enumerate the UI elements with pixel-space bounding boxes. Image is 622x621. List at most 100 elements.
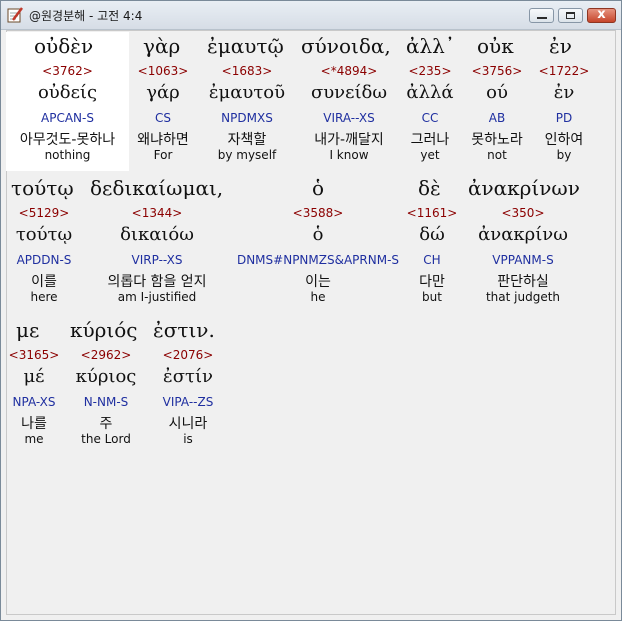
english-gloss: that judgeth	[485, 290, 561, 304]
minimize-button[interactable]	[529, 8, 554, 23]
strong-number: <5129>	[18, 206, 70, 220]
strong-number: <3165>	[8, 348, 60, 362]
english-gloss: not	[487, 148, 507, 162]
lemma: ἐμαυτοῦ	[208, 82, 286, 103]
window-title: @원경분해 - 고전 4:4	[29, 9, 143, 23]
korean-gloss: 아무것도-못하나	[19, 132, 116, 148]
pen-notepad-icon[interactable]	[6, 6, 24, 24]
parse-code: VIPA--ZS	[162, 395, 214, 409]
korean-gloss: 왜냐하면	[137, 132, 189, 148]
korean-gloss: 내가-깨달지	[314, 132, 384, 148]
english-gloss: is	[183, 432, 193, 446]
parse-code: AB	[488, 111, 506, 125]
word-block[interactable]: οὐδὲν <3762> οὐδείς APCAN-S 아무것도-못하나 not…	[6, 31, 129, 166]
strong-number: <3588>	[292, 206, 344, 220]
strong-number: <1344>	[131, 206, 183, 220]
lemma: δικαιόω	[120, 224, 194, 245]
lemma: ού	[486, 82, 508, 103]
word-block[interactable]: δεδικαίωμαι, <1344> δικαιόω VIRP--XS 의롭다…	[82, 173, 232, 308]
korean-gloss: 주	[99, 416, 113, 432]
word-block[interactable]: ἀνακρίνων <350> ἀνακρίνω VPPANM-S 판단하실 t…	[460, 173, 586, 308]
maximize-button[interactable]	[558, 8, 583, 23]
close-icon: x	[597, 7, 606, 22]
lemma: ἀνακρίνω	[478, 224, 568, 245]
english-gloss: am I-justified	[117, 290, 197, 304]
english-gloss: the Lord	[81, 432, 131, 446]
lemma: ἀλλά	[406, 82, 454, 103]
word-block[interactable]: ἐμαυτῷ <1683> ἐμαυτοῦ NPDMXS 자책할 by myse…	[197, 31, 297, 166]
korean-gloss: 나를	[21, 416, 47, 432]
parse-code: DNMS#NPNMZS&APRNM-S	[236, 253, 400, 267]
english-gloss: by myself	[217, 148, 277, 162]
close-button[interactable]: x	[587, 7, 616, 23]
english-gloss: but	[422, 290, 442, 304]
korean-gloss: 자책할	[227, 132, 267, 148]
minimize-icon	[537, 17, 547, 19]
greek-word: δεδικαίωμαι,	[90, 176, 224, 200]
strong-number: <1063>	[137, 64, 189, 78]
english-gloss: I know	[329, 148, 369, 162]
word-block[interactable]: γὰρ <1063> γάρ CS 왜냐하면 For	[129, 31, 197, 166]
parse-code: VIRP--XS	[131, 253, 183, 267]
word-block[interactable]: κύριός <2962> κύριος N-NM-S 주 the Lord	[62, 315, 150, 450]
korean-gloss: 의롭다 함을 얻지	[107, 274, 207, 290]
korean-gloss: 판단하실	[497, 274, 549, 290]
word-block[interactable]: ἐν <1722> ἐν PD 인하여 by	[535, 31, 593, 166]
greek-word: ἀνακρίνων	[468, 176, 580, 200]
english-gloss: here	[30, 290, 58, 304]
parse-code: N-NM-S	[83, 395, 129, 409]
lemma: τούτῳ	[15, 224, 73, 245]
lemma: ὁ	[312, 224, 324, 245]
word-block[interactable]: οὐκ <3756> ού AB 못하노라 not	[459, 31, 535, 166]
korean-gloss: 인하여	[544, 132, 584, 148]
korean-gloss: 그러나	[410, 132, 450, 148]
greek-word: τούτῳ	[11, 176, 74, 200]
strong-number: <1161>	[406, 206, 458, 220]
strong-number: <*4894>	[320, 64, 378, 78]
lemma: ἐστίν	[163, 366, 213, 387]
interlinear-window: @원경분해 - 고전 4:4 x οὐδὲν <3762> οὐδείς APC…	[0, 0, 622, 621]
word-block[interactable]: ὁ <3588> ὁ DNMS#NPNMZS&APRNM-S 이는 he	[232, 173, 404, 308]
parse-code: APDDN-S	[16, 253, 72, 267]
english-gloss: nothing	[44, 148, 91, 162]
word-block[interactable]: τούτῳ <5129> τούτῳ APDDN-S 이를 here	[6, 173, 82, 308]
maximize-icon	[566, 12, 575, 19]
lemma: κύριος	[75, 366, 137, 387]
parse-code: NPDMXS	[221, 111, 273, 125]
strong-number: <2076>	[162, 348, 214, 362]
greek-word: ἐστιν.	[153, 318, 215, 342]
word-block[interactable]: δὲ <1161> δώ CH 다만 but	[404, 173, 460, 308]
korean-gloss: 이는	[305, 274, 331, 290]
korean-gloss: 다만	[419, 274, 445, 290]
strong-number: <1683>	[221, 64, 273, 78]
title-bar[interactable]: @원경분해 - 고전 4:4 x	[1, 1, 621, 30]
parse-code: VPPANM-S	[492, 253, 554, 267]
word-block[interactable]: ἐστιν. <2076> ἐστίν VIPA--ZS 시니라 is	[150, 315, 226, 450]
korean-gloss: 시니라	[168, 416, 208, 432]
word-block[interactable]: σύνοιδα, <*4894> συνείδω VIRA--XS 내가-깨달지…	[297, 31, 401, 166]
strong-number: <2962>	[80, 348, 132, 362]
parse-code: CH	[423, 253, 441, 267]
parse-code: CC	[421, 111, 439, 125]
korean-gloss: 이를	[31, 274, 57, 290]
greek-word: ἐν	[549, 34, 572, 58]
english-gloss: he	[310, 290, 326, 304]
word-block[interactable]: με <3165> μέ NPA-XS 나를 me	[6, 315, 62, 450]
strong-number: <1722>	[538, 64, 590, 78]
greek-word: ὁ	[311, 176, 325, 200]
word-block[interactable]: ἀλλ᾽ <235> ἀλλά CC 그러나 yet	[401, 31, 459, 166]
lemma: ἐν	[553, 82, 575, 103]
parse-code: PD	[555, 111, 573, 125]
lemma: οὐδείς	[37, 82, 98, 103]
greek-word: ἐμαυτῷ	[207, 34, 284, 58]
lemma: γάρ	[146, 82, 180, 103]
lemma: συνείδω	[310, 82, 388, 103]
parse-code: CS	[155, 111, 171, 125]
english-gloss: For	[153, 148, 173, 162]
lemma: μέ	[23, 366, 45, 387]
parse-code: NPA-XS	[12, 395, 56, 409]
english-gloss: by	[556, 148, 572, 162]
strong-number: <235>	[408, 64, 452, 78]
strong-number: <3762>	[42, 64, 93, 78]
greek-word: κύριός	[70, 318, 138, 342]
